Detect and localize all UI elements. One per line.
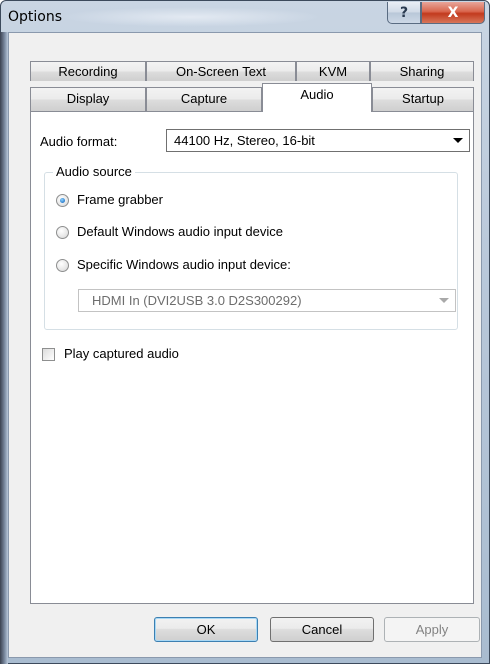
tab-capture[interactable]: Capture	[146, 87, 262, 111]
tab-kvm[interactable]: KVM	[296, 61, 370, 81]
play-captured-audio-checkbox[interactable]	[42, 348, 55, 361]
chevron-down-icon	[453, 138, 463, 143]
audio-format-value: 44100 Hz, Stereo, 16-bit	[174, 133, 315, 148]
audio-format-label: Audio format:	[40, 134, 118, 149]
close-button[interactable]: X	[421, 2, 485, 24]
window-title: Options	[8, 9, 63, 25]
tab-audio[interactable]: Audio	[262, 83, 372, 112]
title-bar[interactable]: Options ? X	[1, 1, 489, 33]
tab-on-screen-text[interactable]: On-Screen Text	[146, 61, 296, 81]
tab-recording[interactable]: Recording	[30, 61, 146, 81]
play-captured-audio-label[interactable]: Play captured audio	[64, 346, 179, 361]
chevron-down-icon	[439, 298, 449, 303]
tab-startup[interactable]: Startup	[372, 87, 474, 111]
radio-frame-grabber[interactable]	[56, 194, 69, 207]
apply-button: Apply	[384, 617, 480, 642]
help-button[interactable]: ?	[387, 2, 421, 24]
tab-display[interactable]: Display	[30, 87, 146, 111]
tab-sharing[interactable]: Sharing	[370, 61, 474, 81]
audio-device-select: HDMI In (DVI2USB 3.0 D2S300292)	[78, 289, 456, 312]
radio-specific-windows-device[interactable]	[56, 259, 69, 272]
window-shadow	[0, 32, 8, 664]
audio-source-group-label: Audio source	[53, 164, 135, 179]
title-glow	[61, 7, 321, 27]
ok-button[interactable]: OK	[154, 617, 258, 642]
close-icon: X	[447, 4, 459, 21]
radio-specific-windows-device-label[interactable]: Specific Windows audio input device:	[77, 257, 291, 272]
radio-default-windows-device[interactable]	[56, 226, 69, 239]
audio-format-select[interactable]: 44100 Hz, Stereo, 16-bit	[166, 129, 470, 152]
radio-frame-grabber-label[interactable]: Frame grabber	[77, 192, 163, 207]
radio-default-windows-device-label[interactable]: Default Windows audio input device	[77, 224, 283, 239]
audio-device-value: HDMI In (DVI2USB 3.0 D2S300292)	[92, 293, 302, 308]
help-icon: ?	[399, 4, 409, 21]
cancel-button[interactable]: Cancel	[270, 617, 374, 642]
